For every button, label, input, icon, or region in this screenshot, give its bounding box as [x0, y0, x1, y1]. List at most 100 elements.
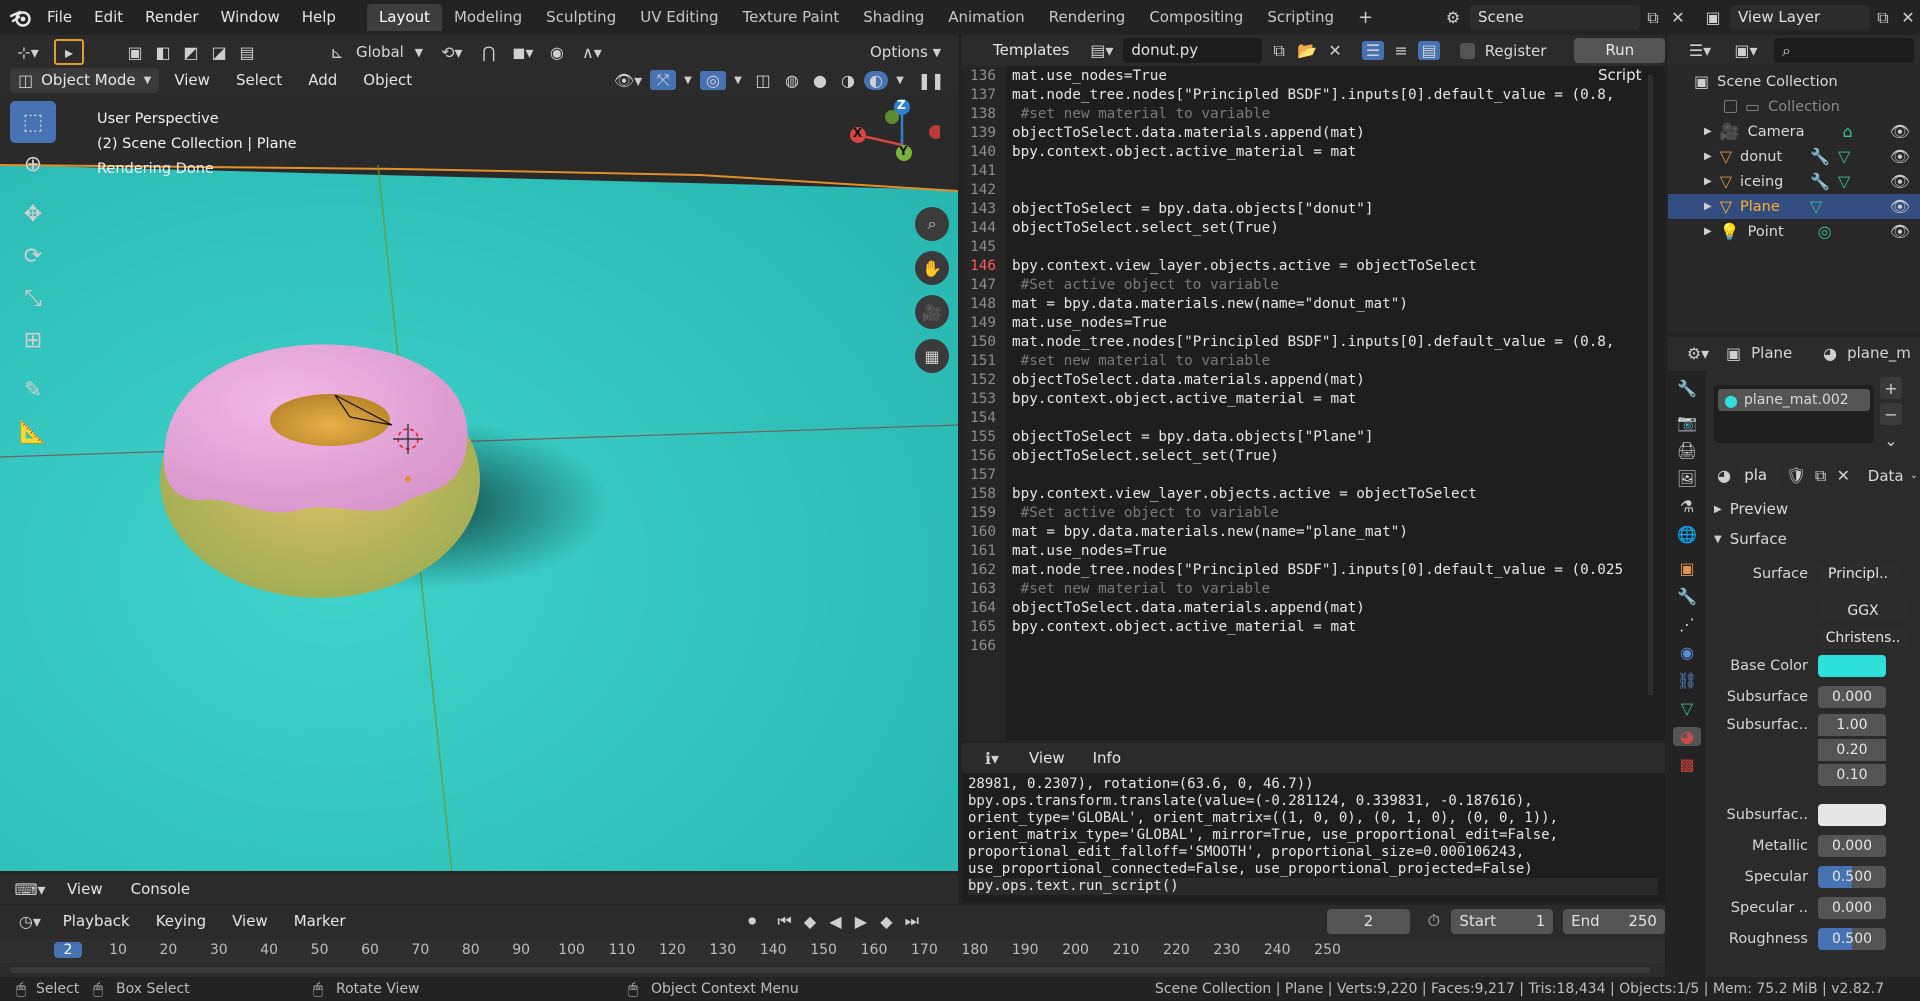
- move-tool-icon[interactable]: ✥: [10, 193, 56, 235]
- start-frame-field[interactable]: Start 1: [1451, 908, 1554, 934]
- select-mode-subtract-icon[interactable]: ◩: [180, 43, 202, 62]
- measure-tool-icon[interactable]: 📐: [10, 411, 56, 453]
- specular-slider[interactable]: 0.500: [1818, 865, 1886, 888]
- text-editor[interactable]: Templates ▤▾ donut.py ⧉ 📂 ✕ ☰ ≡ ▤ Regist…: [962, 35, 1665, 740]
- viewport-menu-add[interactable]: Add: [297, 68, 348, 92]
- transform-orientation-dropdown[interactable]: Global: [356, 43, 404, 61]
- code-scrollbar[interactable]: [1648, 75, 1653, 695]
- overlays-toggle-icon[interactable]: ◎: [700, 70, 726, 90]
- subsurface-method-dropdown[interactable]: Christens..: [1818, 627, 1908, 649]
- material-datablock-field[interactable]: pla: [1740, 463, 1781, 488]
- object-mode-dropdown[interactable]: ◫ Object Mode ▼: [10, 67, 160, 93]
- outliner-row-collection[interactable]: ▭ Collection: [1668, 94, 1920, 119]
- visibility-icon[interactable]: 👁▾: [610, 71, 646, 90]
- end-frame-field[interactable]: End 250: [1563, 908, 1665, 934]
- tab-layout[interactable]: Layout: [366, 4, 442, 31]
- slot-menu-icon[interactable]: ⌄: [1880, 429, 1902, 451]
- transform-orientation-icon[interactable]: ⊾: [324, 43, 350, 62]
- eye-icon[interactable]: 👁: [1890, 222, 1910, 241]
- new-view-layer-icon[interactable]: ⧉: [1870, 8, 1896, 28]
- snap-icon[interactable]: ⋂: [476, 43, 502, 62]
- next-keyframe-icon[interactable]: ◆: [876, 912, 897, 931]
- viewport-menu-object[interactable]: Object: [352, 68, 423, 92]
- code-line[interactable]: 139 objectToSelect.data.materials.append(…: [964, 124, 1654, 143]
- surface-shader-dropdown[interactable]: Principl..: [1818, 562, 1898, 585]
- code-line[interactable]: 153 bpy.context.object.active_material = …: [964, 390, 1654, 409]
- code-line[interactable]: 149 mat.use_nodes=True: [964, 314, 1654, 333]
- play-icon[interactable]: ▶: [850, 912, 871, 931]
- play-reverse-icon[interactable]: ◀: [825, 912, 846, 931]
- code-line[interactable]: 164 objectToSelect.data.materials.append(…: [964, 599, 1654, 618]
- select-tool-icon[interactable]: ▸: [54, 39, 84, 65]
- scene-name-field[interactable]: Scene: [1470, 5, 1640, 30]
- object-tab-icon[interactable]: ▣: [1679, 559, 1694, 578]
- timeline-editor-type-icon[interactable]: ◷▾: [12, 912, 48, 931]
- tab-scripting[interactable]: Scripting: [1255, 4, 1346, 31]
- console-editor-type-icon[interactable]: ⌨▾: [10, 880, 50, 899]
- timeline[interactable]: ◷▾ Playback Keying View Marker ⏺ ⏮ ◆ ◀ ▶…: [0, 905, 1665, 977]
- scene-tab-icon[interactable]: ⚗: [1680, 497, 1694, 516]
- pivot-point-icon[interactable]: ⟲▾: [434, 43, 470, 62]
- syntax-highlight-toggle-icon[interactable]: ▤: [1418, 41, 1441, 60]
- scale-tool-icon[interactable]: ⤡: [10, 277, 56, 319]
- subsurface-radius-z[interactable]: 0.10: [1818, 763, 1886, 786]
- info-editor-type-icon[interactable]: ℹ▾: [972, 749, 1012, 768]
- timeline-menu-marker[interactable]: Marker: [283, 905, 357, 937]
- open-text-icon[interactable]: 📂: [1296, 41, 1318, 60]
- properties-editor-type-icon[interactable]: ⚙▾: [1680, 344, 1716, 363]
- transform-tool-icon[interactable]: ⊞: [10, 319, 56, 361]
- pan-hand-icon[interactable]: ✋: [915, 251, 949, 285]
- new-scene-icon[interactable]: ⧉: [1640, 8, 1666, 28]
- code-line[interactable]: 159 #Set active object to variable: [964, 504, 1654, 523]
- blender-logo-icon[interactable]: [6, 3, 36, 33]
- code-line[interactable]: 157: [964, 466, 1654, 485]
- text-datablock-icon[interactable]: ▤▾: [1086, 41, 1117, 60]
- menu-window[interactable]: Window: [210, 0, 291, 35]
- code-line[interactable]: 166: [964, 637, 1654, 656]
- line-numbers-toggle-icon[interactable]: ☰: [1362, 41, 1385, 60]
- output-tab-icon[interactable]: 🖨: [1677, 441, 1697, 460]
- editor-type-icon[interactable]: ⊹▾: [8, 43, 48, 62]
- 3d-viewport[interactable]: ⊹▾ ▸ ▣ ◧ ◩ ◪ ▤ ⊾ Global ▼ ⟲▾ ⋂ ◼▾ ◉ ∧▾ O…: [0, 35, 958, 871]
- expand-arrow-icon[interactable]: ▶: [1704, 126, 1712, 137]
- view-layer-tab-icon[interactable]: 🖼: [1677, 469, 1697, 488]
- word-wrap-toggle-icon[interactable]: ≡: [1390, 41, 1412, 60]
- timeline-scrollbar[interactable]: [10, 967, 1650, 973]
- tab-sculpting[interactable]: Sculpting: [534, 4, 628, 31]
- tab-rendering[interactable]: Rendering: [1037, 4, 1138, 31]
- cursor-tool-icon[interactable]: ⊕: [10, 143, 56, 185]
- solid-shading-icon[interactable]: ●: [808, 71, 832, 90]
- select-mode-invert-icon[interactable]: ◪: [208, 43, 230, 62]
- code-line[interactable]: 143 objectToSelect = bpy.data.objects["do…: [964, 200, 1654, 219]
- code-area[interactable]: 136 mat.use_nodes=True 137 mat.node_tree.no…: [964, 67, 1654, 656]
- info-editor[interactable]: ℹ▾ View Info 28981, 0.2307), rotation=(6…: [962, 743, 1665, 902]
- eye-icon[interactable]: 👁: [1890, 147, 1910, 166]
- tab-compositing[interactable]: Compositing: [1137, 4, 1255, 31]
- options-dropdown[interactable]: Options ▼: [870, 39, 946, 65]
- chevron-down-icon[interactable]: ▼: [892, 75, 908, 86]
- rotate-tool-icon[interactable]: ⟳: [10, 235, 56, 277]
- console-menu-view[interactable]: View: [56, 874, 114, 904]
- console-menu-console[interactable]: Console: [120, 874, 202, 904]
- unlink-text-icon[interactable]: ✕: [1324, 41, 1346, 60]
- code-line[interactable]: 151 #set new material to variable: [964, 352, 1654, 371]
- timeline-menu-playback[interactable]: Playback: [52, 905, 141, 937]
- select-box-tool-icon[interactable]: ⬚: [10, 101, 56, 143]
- outliner-row-iceing[interactable]: ▶ ▽ iceing 🔧 ▽ 👁: [1668, 169, 1920, 194]
- constraints-tab-icon[interactable]: ⛓: [1677, 671, 1697, 690]
- outliner-row-point[interactable]: ▶ 💡 Point ◎ 👁: [1668, 219, 1920, 244]
- physics-tab-icon[interactable]: ◉: [1680, 643, 1694, 662]
- data-tab-icon[interactable]: ▽: [1681, 699, 1693, 718]
- code-line[interactable]: 147 #Set active object to variable: [964, 276, 1654, 295]
- timeline-menu-view[interactable]: View: [221, 905, 279, 937]
- code-line[interactable]: 148 mat = bpy.data.materials.new(name="do…: [964, 295, 1654, 314]
- menu-help[interactable]: Help: [291, 0, 347, 35]
- code-line[interactable]: 141: [964, 162, 1654, 181]
- subsurface-radius-x[interactable]: 1.00: [1818, 713, 1886, 736]
- scene-icon[interactable]: ⚙: [1436, 8, 1470, 27]
- zoom-icon[interactable]: ⌕: [915, 207, 949, 241]
- tool-tab-icon[interactable]: 🔧: [1677, 379, 1697, 398]
- select-mode-extend-icon[interactable]: ◧: [152, 43, 174, 62]
- templates-menu[interactable]: Templates: [982, 35, 1080, 66]
- outliner-editor-type-icon[interactable]: ☰▾: [1682, 41, 1718, 60]
